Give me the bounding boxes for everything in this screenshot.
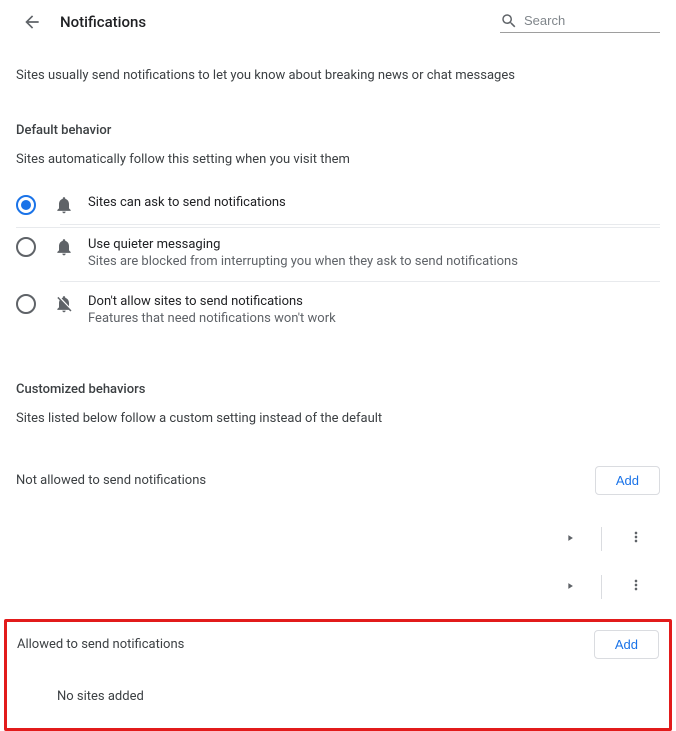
search-input[interactable] [524,13,644,28]
bell-off-icon [52,294,76,314]
bell-icon [52,237,76,257]
radio-label: Sites can ask to send notifications [88,195,660,210]
radio-description: Sites are blocked from interrupting you … [88,254,660,269]
more-vert-icon [628,577,644,593]
radio-option-ask[interactable]: Sites can ask to send notifications [16,183,660,227]
default-behavior-subtitle: Sites automatically follow this setting … [16,152,660,167]
radio-option-quieter[interactable]: Use quieter messaging Sites are blocked … [16,225,660,281]
allowed-label: Allowed to send notifications [17,637,184,652]
bell-icon [52,195,76,215]
search-box[interactable] [500,12,660,33]
more-options-button[interactable] [620,569,660,605]
chevron-right-icon [565,581,575,591]
radio-button[interactable] [16,195,36,215]
back-button[interactable] [16,6,48,38]
allowed-section-highlight: Allowed to send notifications Add No sit… [4,619,672,731]
search-icon [500,12,518,30]
add-not-allowed-button[interactable]: Add [595,466,660,495]
intro-text: Sites usually send notifications to let … [16,68,660,83]
customized-title: Customized behaviors [16,382,660,397]
default-behavior-title: Default behavior [16,123,660,138]
divider [601,527,602,551]
divider [601,575,602,599]
more-vert-icon [628,529,644,545]
expand-button[interactable] [557,524,583,555]
page-title: Notifications [60,13,146,31]
chevron-right-icon [565,533,575,543]
radio-label: Don't allow sites to send notifications [88,294,660,309]
add-allowed-button[interactable]: Add [594,630,659,659]
customized-subtitle: Sites listed below follow a custom setti… [16,411,660,426]
arrow-left-icon [22,12,42,32]
no-sites-text: No sites added [57,689,659,704]
radio-description: Features that need notifications won't w… [88,311,660,326]
radio-label: Use quieter messaging [88,237,660,252]
radio-button[interactable] [16,237,36,257]
expand-button[interactable] [557,572,583,603]
site-row [16,515,660,563]
radio-option-block[interactable]: Don't allow sites to send notifications … [16,282,660,338]
radio-button[interactable] [16,294,36,314]
more-options-button[interactable] [620,521,660,557]
site-row [16,563,660,611]
not-allowed-label: Not allowed to send notifications [16,473,206,488]
